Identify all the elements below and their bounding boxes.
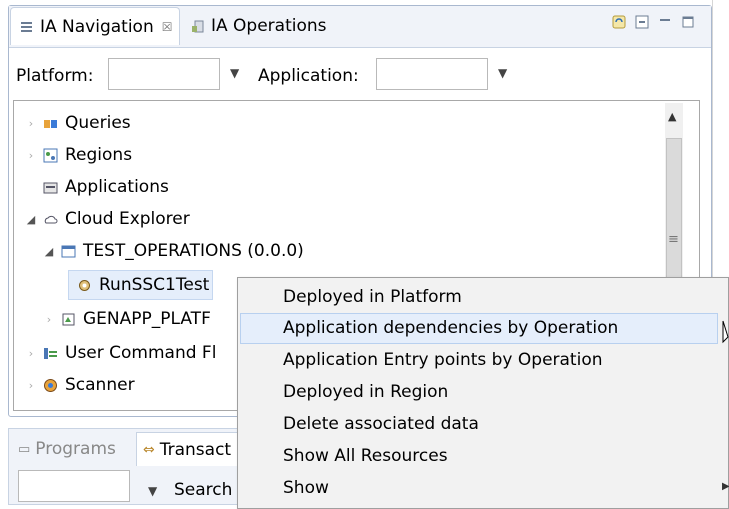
tree-item-label: RunSSC1Test bbox=[99, 275, 210, 295]
application-dropdown-icon[interactable]: ▼ bbox=[498, 66, 507, 80]
application-select[interactable] bbox=[376, 58, 488, 90]
submenu-arrow-icon: ▶ bbox=[722, 481, 729, 492]
queries-icon bbox=[43, 116, 58, 131]
menu-item-label: Show bbox=[283, 478, 329, 498]
tab-ia-operations-label: IA Operations bbox=[211, 16, 327, 36]
tree-item-test-operations[interactable]: ◢ TEST_OPERATIONS (0.0.0) bbox=[44, 236, 304, 266]
bottom-dropdown-icon[interactable]: ▼ bbox=[148, 484, 157, 498]
tab-ia-operations[interactable]: IA Operations bbox=[182, 7, 372, 45]
programs-icon: ▭ bbox=[18, 441, 31, 457]
operations-icon bbox=[190, 19, 205, 34]
tab-programs-label: Programs bbox=[35, 439, 116, 459]
applications-icon bbox=[43, 180, 58, 195]
user-command-icon bbox=[43, 346, 58, 361]
tree-item-scanner[interactable]: › Scanner bbox=[26, 370, 135, 400]
collapse-arrow-icon[interactable]: ◢ bbox=[26, 213, 36, 226]
menu-item-label: Show All Resources bbox=[283, 446, 448, 466]
tab-programs[interactable]: ▭ Programs bbox=[18, 432, 116, 466]
sync-icon[interactable] bbox=[612, 14, 626, 29]
tree-item-applications[interactable]: Applications bbox=[26, 172, 169, 202]
view-toolbar bbox=[612, 14, 694, 29]
scroll-grip-icon: ≡ bbox=[668, 232, 679, 247]
tree-item-label: User Command Fl bbox=[65, 343, 217, 363]
tree-item-label: Scanner bbox=[65, 375, 135, 395]
application-label: Application: bbox=[258, 66, 359, 86]
tab-ia-navigation[interactable]: IA Navigation ☒ bbox=[10, 7, 180, 45]
application-node-icon bbox=[61, 244, 76, 259]
tree-item-label: Applications bbox=[65, 177, 169, 197]
platform-node-icon bbox=[61, 312, 76, 327]
search-label: Search bbox=[174, 480, 233, 500]
menu-item-application-entry-points[interactable]: Application Entry points by Operation bbox=[283, 345, 603, 375]
navigation-list-icon bbox=[19, 19, 34, 34]
gear-icon bbox=[77, 278, 92, 293]
menu-item-label: Deployed in Region bbox=[283, 382, 449, 402]
tree-item-runssc1test[interactable]: RunSSC1Test bbox=[68, 270, 214, 300]
menu-item-show[interactable]: Show bbox=[283, 473, 329, 503]
menu-item-deployed-in-platform[interactable]: Deployed in Platform bbox=[283, 282, 462, 312]
expand-arrow-icon[interactable]: › bbox=[26, 117, 36, 130]
tab-transactions-label: Transact bbox=[159, 439, 232, 460]
expand-arrow-icon[interactable]: › bbox=[26, 379, 36, 392]
menu-item-label: Application Entry points by Operation bbox=[283, 350, 603, 370]
cloud-explorer-icon bbox=[43, 212, 58, 227]
platform-select[interactable] bbox=[108, 58, 220, 90]
transactions-icon: ⇔ bbox=[143, 441, 155, 458]
tree-item-label: GENAPP_PLATF bbox=[83, 309, 211, 329]
tree-item-cloud-explorer[interactable]: ◢ Cloud Explorer bbox=[26, 204, 190, 234]
tree-item-genapp-platform[interactable]: › GENAPP_PLATF bbox=[44, 304, 211, 334]
menu-item-show-all-resources[interactable]: Show All Resources bbox=[283, 441, 448, 471]
menu-item-label: Delete associated data bbox=[283, 414, 479, 434]
menu-item-application-dependencies[interactable]: Application dependencies by Operation bbox=[283, 313, 618, 343]
tree-item-label: Queries bbox=[65, 113, 131, 133]
close-tab-icon[interactable]: ☒ bbox=[162, 20, 173, 34]
tree-item-queries[interactable]: › Queries bbox=[26, 108, 131, 138]
platform-label: Platform: bbox=[16, 66, 94, 86]
scroll-up-icon[interactable]: ▲ bbox=[668, 110, 676, 123]
scanner-icon bbox=[43, 378, 58, 393]
bottom-filter-select[interactable] bbox=[18, 470, 130, 502]
collapse-all-icon[interactable] bbox=[635, 14, 649, 29]
menu-item-label: Deployed in Platform bbox=[283, 287, 462, 307]
maximize-icon[interactable] bbox=[681, 14, 694, 28]
expand-arrow-icon[interactable]: › bbox=[26, 347, 36, 360]
mouse-cursor-icon bbox=[722, 320, 729, 351]
tree-item-label: Cloud Explorer bbox=[65, 209, 190, 229]
tree-item-label: TEST_OPERATIONS (0.0.0) bbox=[83, 241, 304, 261]
platform-dropdown-icon[interactable]: ▼ bbox=[230, 66, 239, 80]
menu-item-delete-associated-data[interactable]: Delete associated data bbox=[283, 409, 479, 439]
regions-icon bbox=[43, 148, 58, 163]
minimize-icon[interactable] bbox=[658, 14, 671, 27]
expand-arrow-icon[interactable]: › bbox=[44, 313, 54, 326]
tree-item-regions[interactable]: › Regions bbox=[26, 140, 132, 170]
menu-item-deployed-in-region[interactable]: Deployed in Region bbox=[283, 377, 448, 407]
collapse-arrow-icon[interactable]: ◢ bbox=[44, 245, 54, 258]
tree-item-user-command-flow[interactable]: › User Command Fl bbox=[26, 338, 217, 368]
tree-item-label: Regions bbox=[65, 145, 133, 165]
menu-item-label: Application dependencies by Operation bbox=[283, 318, 619, 338]
tab-ia-navigation-label: IA Navigation bbox=[40, 16, 154, 37]
expand-arrow-icon[interactable]: › bbox=[26, 149, 36, 162]
